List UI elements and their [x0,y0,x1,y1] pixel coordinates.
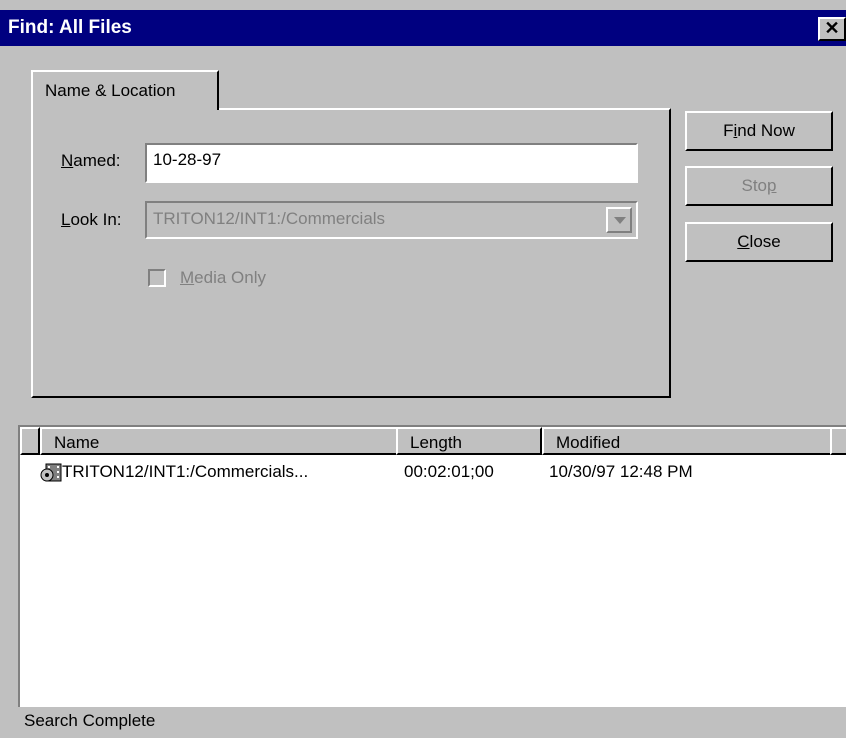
tab-name-location[interactable]: Name & Location [31,70,219,110]
window-title: Find: All Files [8,17,132,38]
media-file-icon [40,463,62,482]
results-list[interactable]: Name Length Modified TRITON12/INT1:/Comm… [18,425,846,707]
media-only-label: Media Only [180,268,266,287]
column-header-filler [830,427,846,455]
dropdown-button[interactable] [606,207,632,233]
media-only-checkbox[interactable] [148,269,166,287]
look-in-label: Look In: [61,210,122,229]
named-label: Named: [61,151,121,170]
named-input-value: 10-28-97 [153,150,222,169]
column-header-modified[interactable]: Modified [542,427,832,455]
tab-label: Name & Location [45,81,176,100]
look-in-value: TRITON12/INT1:/Commercials [153,209,386,228]
status-bar-text: Search Complete [24,711,156,730]
named-input[interactable]: 10-28-97 [145,143,638,183]
chevron-down-icon [614,217,626,224]
column-header-spacer [20,427,40,455]
result-length: 00:02:01;00 [404,462,494,481]
close-button[interactable]: Close [685,222,833,262]
find-dialog: Find: All Files ✕ Name & Location Named:… [0,0,846,738]
stop-button[interactable]: Stop [685,166,833,206]
title-bar[interactable]: Find: All Files ✕ [0,10,846,46]
look-in-select[interactable]: TRITON12/INT1:/Commercials [145,201,638,239]
find-now-button[interactable]: Find Now [685,111,833,151]
result-name[interactable]: TRITON12/INT1:/Commercials... [62,462,308,482]
close-window-button[interactable]: ✕ [818,17,846,41]
close-icon: ✕ [824,18,840,38]
column-header-length[interactable]: Length [396,427,542,455]
result-modified: 10/30/97 12:48 PM [549,462,693,481]
column-header-name[interactable]: Name [40,427,416,455]
